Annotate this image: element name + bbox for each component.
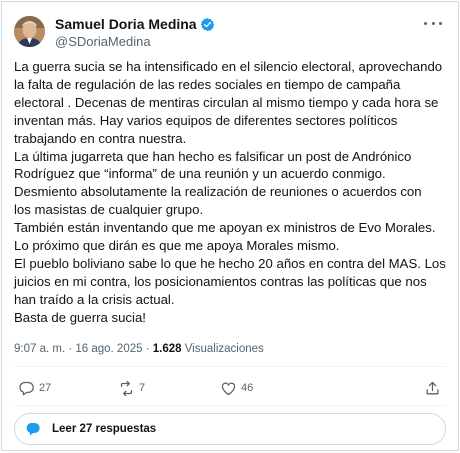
- reply-icon: [19, 381, 34, 395]
- repost-icon: [120, 380, 133, 396]
- views-count: 1.628: [152, 343, 182, 355]
- author-display-name[interactable]: Samuel Doria Medina: [55, 16, 197, 32]
- tweet-line: El pueblo boliviano sabe lo que he hecho…: [14, 255, 446, 271]
- like-count: 46: [241, 382, 254, 394]
- action-bar: 27 7 46: [14, 374, 446, 402]
- tweet-line: electoral . Decenas de mentiras circulan…: [14, 94, 439, 110]
- share-button[interactable]: [424, 378, 441, 398]
- tweet-card: Samuel Doria Medina @SDoriaMedina La gue…: [1, 1, 459, 451]
- tweet-line: han traído a la crisis actual.: [14, 291, 175, 307]
- tweet-line: trabajando en contra nuestra.: [14, 130, 187, 146]
- tweet-line: Rodríguez que “informa” de una reunión y…: [14, 166, 386, 182]
- tweet-line: También están inventando que me apoyan e…: [14, 220, 436, 236]
- tweet-line: Desmiento absolutamente la realización d…: [14, 184, 422, 200]
- tweet-line: La guerra sucia se ha intensificado en e…: [14, 59, 443, 74]
- reply-count: 27: [39, 382, 52, 394]
- tweet-meta: 9:07 a. m. · 16 ago. 2025 · 1.628 Visual…: [14, 343, 264, 355]
- like-button[interactable]: 46: [220, 378, 253, 398]
- read-replies-label: Leer 27 respuestas: [52, 423, 157, 435]
- tweet-line: la falta de regulación de las redes soci…: [14, 76, 401, 92]
- tweet-line: inventan más. Hay varios equipos de dife…: [14, 112, 398, 128]
- author-names: Samuel Doria Medina @SDoriaMedina: [55, 15, 215, 49]
- avatar[interactable]: [14, 16, 45, 47]
- read-replies-button[interactable]: Leer 27 respuestas: [14, 413, 446, 445]
- verified-badge-icon: [200, 17, 214, 31]
- repost-button[interactable]: 7: [118, 378, 145, 398]
- more-options-icon[interactable]: [424, 18, 442, 28]
- reply-button[interactable]: 27: [18, 378, 51, 398]
- tweet-line: los masistas de cualquier grupo.: [14, 202, 204, 218]
- tweet-text: La guerra sucia se ha intensificado en e…: [14, 58, 454, 327]
- tweet-line: La última jugarreta que han hecho es fal…: [14, 148, 412, 164]
- share-icon: [426, 381, 439, 394]
- tweet-line: Lo próximo que dirán es que me apoya Mor…: [14, 238, 340, 254]
- divider: [14, 405, 446, 406]
- tweet-timestamp[interactable]: 9:07 a. m. · 16 ago. 2025 ·: [14, 343, 153, 355]
- author-handle[interactable]: @SDoriaMedina: [55, 34, 215, 49]
- avatar-image: [14, 16, 45, 47]
- tweet-line: juicios en mi contra, los posicionamient…: [14, 273, 427, 289]
- heart-icon: [221, 382, 236, 395]
- divider: [14, 366, 446, 367]
- repost-count: 7: [139, 382, 146, 394]
- views-label: Visualizaciones: [181, 343, 264, 355]
- tweet-line: Basta de guerra sucia!: [14, 309, 146, 325]
- reply-icon: [26, 423, 40, 436]
- tweet-header: Samuel Doria Medina @SDoriaMedina: [14, 14, 446, 50]
